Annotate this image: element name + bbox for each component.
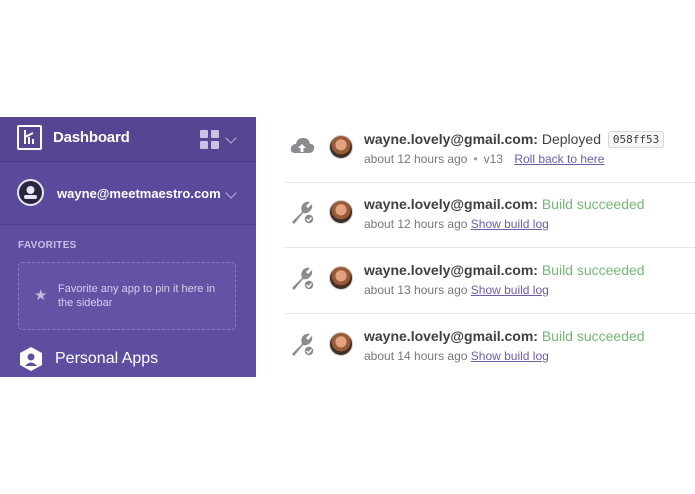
build-status: Build succeeded xyxy=(541,328,645,344)
roll-back-link[interactable]: Roll back to here xyxy=(514,152,604,166)
activity-entry: wayne.lovely@gmail.com: Build succeeded … xyxy=(285,182,695,248)
activity-action: Deployed xyxy=(541,131,601,147)
activity-summary: wayne.lovely@gmail.com: Build succeeded xyxy=(364,328,645,344)
personal-apps-icon[interactable] xyxy=(18,346,44,372)
activity-meta: about 12 hours ago • v13 Roll back to here xyxy=(364,152,605,166)
timestamp: about 12 hours ago xyxy=(364,217,468,231)
release-version: v13 xyxy=(483,152,503,166)
heroku-logo-icon[interactable] xyxy=(17,125,42,150)
account-email: wayne@meetmaestro.com xyxy=(57,186,221,201)
timestamp: about 12 hours ago xyxy=(364,152,468,166)
commit-hash: 058ff53 xyxy=(607,131,665,148)
favorites-dropzone: ★ Favorite any app to pin it here in the… xyxy=(18,262,236,330)
user-email: wayne.lovely@gmail.com: xyxy=(364,196,538,212)
sidebar: Dashboard wayne@meetmaestro.com FAVORITE… xyxy=(0,117,256,377)
wrench-check-icon xyxy=(288,264,316,292)
build-status: Build succeeded xyxy=(541,196,645,212)
cloud-upload-icon xyxy=(288,133,316,161)
activity-summary: wayne.lovely@gmail.com: Deployed 058ff53 xyxy=(364,131,665,148)
activity-meta: about 13 hours ago Show build log xyxy=(364,283,549,297)
user-email: wayne.lovely@gmail.com: xyxy=(364,262,538,278)
wrench-check-icon xyxy=(288,198,316,226)
activity-meta: about 14 hours ago Show build log xyxy=(364,349,549,363)
timestamp: about 13 hours ago xyxy=(364,283,468,297)
activity-summary: wayne.lovely@gmail.com: Build succeeded xyxy=(364,262,645,278)
chevron-down-icon[interactable] xyxy=(225,132,237,144)
timestamp: about 14 hours ago xyxy=(364,349,468,363)
favorites-hint: Favorite any app to pin it here in the s… xyxy=(58,283,216,309)
user-email: wayne.lovely@gmail.com: xyxy=(364,328,538,344)
activity-entry: wayne.lovely@gmail.com: Deployed 058ff53… xyxy=(285,117,695,183)
dashboard-link[interactable]: Dashboard xyxy=(53,129,130,146)
sidebar-header: Dashboard xyxy=(0,117,256,162)
activity-entry: wayne.lovely@gmail.com: Build succeeded … xyxy=(285,314,695,379)
show-build-log-link[interactable]: Show build log xyxy=(471,349,549,363)
avatar xyxy=(329,135,353,159)
favorites-heading: FAVORITES xyxy=(18,240,77,251)
personal-apps-link[interactable]: Personal Apps xyxy=(55,350,158,368)
show-build-log-link[interactable]: Show build log xyxy=(471,283,549,297)
account-switcher[interactable]: wayne@meetmaestro.com xyxy=(0,162,256,225)
app-switcher-icon[interactable] xyxy=(200,130,219,149)
chevron-down-icon xyxy=(225,187,237,199)
avatar xyxy=(329,200,353,224)
user-email: wayne.lovely@gmail.com: xyxy=(364,131,538,147)
show-build-log-link[interactable]: Show build log xyxy=(471,217,549,231)
wrench-check-icon xyxy=(288,330,316,358)
activity-entry: wayne.lovely@gmail.com: Build succeeded … xyxy=(285,248,695,314)
avatar xyxy=(329,332,353,356)
build-status: Build succeeded xyxy=(541,262,645,278)
star-icon: ★ xyxy=(34,287,48,304)
account-avatar xyxy=(17,179,44,206)
activity-meta: about 12 hours ago Show build log xyxy=(364,217,549,231)
activity-summary: wayne.lovely@gmail.com: Build succeeded xyxy=(364,196,645,212)
avatar xyxy=(329,266,353,290)
